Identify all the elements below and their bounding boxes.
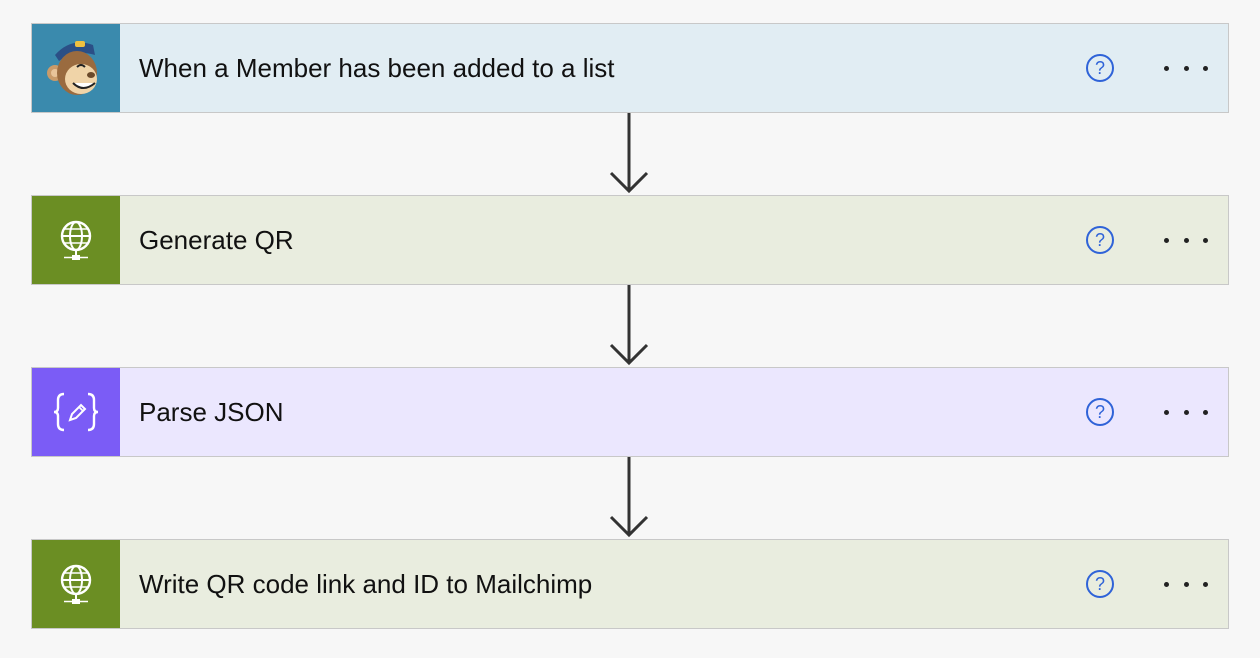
dot-icon: [1183, 409, 1189, 415]
step-title: When a Member has been added to a list: [139, 52, 615, 83]
dot-icon: [1183, 237, 1189, 243]
help-button[interactable]: ?: [1086, 54, 1114, 82]
dot-icon: [1203, 65, 1208, 71]
more-options-button[interactable]: [1164, 226, 1208, 254]
dot-icon: [1203, 237, 1208, 243]
help-button[interactable]: ?: [1086, 226, 1114, 254]
flow-connector: [31, 285, 1229, 367]
globe-icon: [32, 540, 120, 628]
flow-connector: [31, 113, 1229, 195]
dot-icon: [1203, 581, 1208, 587]
dot-icon: [1183, 65, 1189, 71]
mailchimp-icon: [32, 24, 120, 112]
dot-icon: [1164, 65, 1169, 71]
flow-step-parse-json[interactable]: Parse JSON ?: [31, 367, 1229, 457]
more-options-button[interactable]: [1164, 398, 1208, 426]
step-title: Write QR code link and ID to Mailchimp: [139, 568, 593, 599]
help-button[interactable]: ?: [1086, 570, 1114, 598]
help-button[interactable]: ?: [1086, 398, 1114, 426]
dot-icon: [1164, 237, 1169, 243]
flow-step-write-mailchimp[interactable]: Write QR code link and ID to Mailchimp ?: [31, 539, 1229, 629]
arrow-down-icon: [609, 113, 649, 194]
flow-canvas: When a Member has been added to a list ?: [31, 23, 1229, 629]
dot-icon: [1164, 409, 1169, 415]
dot-icon: [1183, 581, 1189, 587]
dot-icon: [1164, 581, 1169, 587]
step-title: Generate QR: [139, 224, 294, 255]
json-braces-icon: [32, 368, 120, 456]
flow-step-generate-qr[interactable]: Generate QR ?: [31, 195, 1229, 285]
flow-step-trigger[interactable]: When a Member has been added to a list ?: [31, 23, 1229, 113]
globe-icon: [32, 196, 120, 284]
dot-icon: [1203, 409, 1208, 415]
more-options-button[interactable]: [1164, 570, 1208, 598]
flow-connector: [31, 457, 1229, 539]
arrow-down-icon: [609, 285, 649, 366]
step-title: Parse JSON: [139, 396, 284, 427]
more-options-button[interactable]: [1164, 54, 1208, 82]
arrow-down-icon: [609, 457, 649, 538]
